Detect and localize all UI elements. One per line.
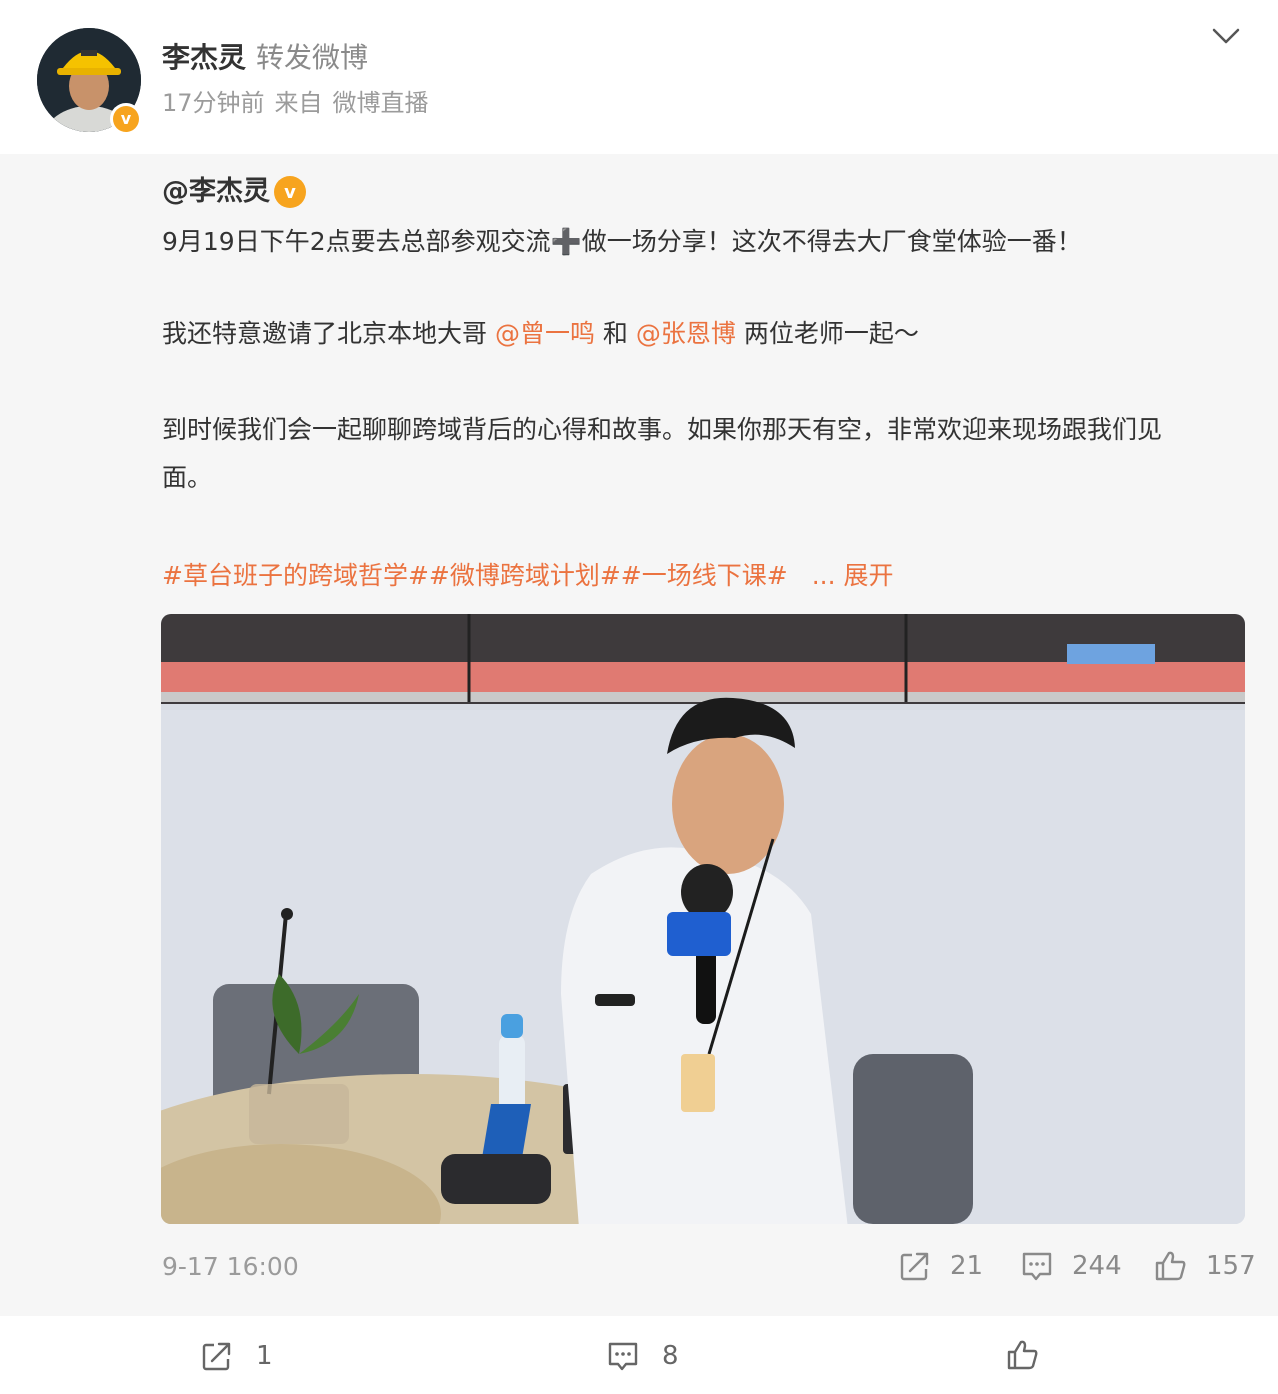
quoted-repost-button[interactable]: 21 — [898, 1248, 983, 1284]
mention-link[interactable]: @曾一鸣 — [495, 319, 595, 348]
comment-button[interactable]: 8 — [606, 1338, 679, 1374]
comment-icon — [608, 1342, 638, 1371]
quoted-comment-button[interactable]: 244 — [1020, 1248, 1122, 1284]
like-button[interactable] — [1006, 1338, 1062, 1372]
verified-icon: v — [110, 103, 142, 135]
quoted-text-line-1: 9月19日下午2点要去总部参观交流➕做一场分享！这次不得去大厂食堂体验一番！ — [162, 218, 1082, 266]
user-line: 李杰灵 转发微博 — [162, 38, 368, 78]
comment-count: 8 — [662, 1341, 679, 1371]
share-icon — [900, 1252, 929, 1281]
share-icon — [202, 1342, 231, 1371]
comment-count: 244 — [1072, 1251, 1122, 1281]
quoted-post[interactable]: @李杰灵 v 9月19日下午2点要去总部参观交流➕做一场分享！这次不得去大厂食堂… — [0, 154, 1278, 1316]
repost-label: 转发微博 — [256, 41, 369, 74]
repost-button[interactable]: 1 — [200, 1338, 273, 1374]
quoted-like-button[interactable]: 157 — [1154, 1248, 1256, 1284]
post-photo[interactable] — [161, 614, 1245, 1224]
post-footer: 1 8 — [0, 1316, 1278, 1394]
verified-icon: v — [274, 176, 306, 208]
repost-count: 21 — [950, 1251, 984, 1281]
post-header: v 李杰灵 转发微博 17分钟前 来自 微博直播 — [0, 0, 1278, 154]
repost-count: 1 — [256, 1341, 273, 1371]
like-count: 157 — [1206, 1251, 1256, 1281]
quoted-text-line-4: 面。 — [162, 463, 213, 492]
post-meta: 17分钟前 来自 微博直播 — [162, 86, 429, 120]
source-prefix: 来自 — [274, 89, 323, 117]
thumbs-up-icon — [1155, 1251, 1186, 1281]
chevron-down-icon[interactable] — [1208, 22, 1244, 50]
thumbs-up-icon — [1007, 1340, 1038, 1370]
user-name[interactable]: 李杰灵 — [162, 41, 246, 74]
quoted-text-line-2: 我还特意邀请了北京本地大哥 @曾一鸣 和 @张恩博 两位老师一起～ — [162, 319, 919, 348]
plus-emoji-icon: ➕ — [550, 227, 582, 256]
quoted-user-name[interactable]: @李杰灵 — [162, 174, 270, 210]
hashtag-line: #草台班子的跨域哲学##微博跨域计划##一场线下课# ... 展开 — [162, 554, 893, 598]
comment-icon — [1022, 1252, 1052, 1281]
expand-link[interactable]: ... 展开 — [812, 561, 894, 590]
source-link[interactable]: 微博直播 — [333, 89, 429, 117]
mention-link[interactable]: @张恩博 — [636, 319, 736, 348]
quoted-text-line-3: 到时候我们会一起聊聊跨域背后的心得和故事。如果你那天有空，非常欢迎来现场跟我们见 — [162, 415, 1163, 444]
time-ago: 17分钟前 — [162, 89, 265, 117]
quoted-timestamp: 9-17 16:00 — [162, 1252, 299, 1281]
hashtag-links[interactable]: #草台班子的跨域哲学##微博跨域计划##一场线下课# — [162, 561, 788, 590]
